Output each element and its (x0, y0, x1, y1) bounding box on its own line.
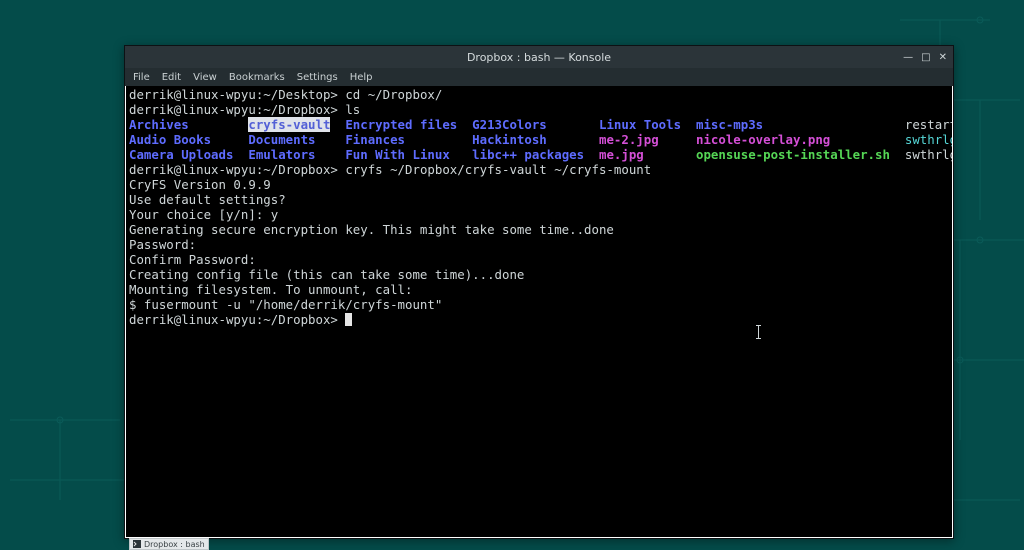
terminal-line: Archives cryfs-vault Encrypted files G21… (129, 117, 949, 132)
menu-edit[interactable]: Edit (162, 72, 181, 83)
terminal-text: swthrlgeb- (905, 147, 953, 162)
ls-entry: Audio Books (129, 132, 248, 147)
text-cursor-icon (758, 325, 759, 339)
minimize-icon[interactable]: — (903, 52, 913, 63)
terminal-line: derrik@linux-wpyu:~/Dropbox> cryfs ~/Dro… (129, 162, 949, 177)
ls-entry: cryfs-vault (248, 117, 330, 132)
terminal-line: Mounting filesystem. To unmount, call: (129, 282, 949, 297)
menu-help[interactable]: Help (350, 72, 373, 83)
terminal-text: Your choice [y/n]: y (129, 207, 278, 222)
menu-settings[interactable]: Settings (297, 72, 338, 83)
taskbar-entry-label: Dropbox : bash (144, 540, 205, 549)
taskbar-entry[interactable]: Dropbox : bash (129, 538, 209, 550)
terminal-text: cd ~/Dropbox/ (345, 87, 442, 102)
terminal-text: Password: (129, 237, 196, 252)
terminal-line: Camera Uploads Emulators Fun With Linux … (129, 147, 949, 162)
ls-entry: me.jpg (599, 147, 696, 162)
ls-entry: Linux Tools (599, 117, 696, 132)
terminal-line: Confirm Password: (129, 252, 949, 267)
terminal-text: Confirm Password: (129, 252, 256, 267)
terminal-line: $ fusermount -u "/home/derrik/cryfs-moun… (129, 297, 949, 312)
window-title: Dropbox : bash — Konsole (467, 51, 611, 64)
ls-entry: opensuse-post-installer.sh (696, 147, 905, 162)
terminal-text: derrik@linux-wpyu:~/Desktop> (129, 87, 345, 102)
ls-entry: Documents (248, 132, 345, 147)
terminal-text: Use default settings? (129, 192, 286, 207)
close-icon[interactable]: ✕ (939, 52, 947, 63)
menubar: File Edit View Bookmarks Settings Help (125, 68, 953, 86)
ls-entry: Encrypted files (345, 117, 472, 132)
terminal-line: Use default settings? (129, 192, 949, 207)
menu-view[interactable]: View (193, 72, 217, 83)
terminal-line: Password: (129, 237, 949, 252)
ls-entry: misc-mp3s (696, 117, 905, 132)
terminal-text: Creating config file (this can take some… (129, 267, 524, 282)
ls-entry: Camera Uploads (129, 147, 248, 162)
ls-entry: Hackintosh (472, 132, 599, 147)
ls-entry: swthrlgeb (905, 132, 953, 147)
block-cursor (345, 313, 352, 326)
terminal-text: cryfs ~/Dropbox/cryfs-vault ~/cryfs-moun… (345, 162, 651, 177)
terminal-line: Audio Books Documents Finances Hackintos… (129, 132, 949, 147)
terminal-viewport[interactable]: derrik@linux-wpyu:~/Desktop> cd ~/Dropbo… (125, 86, 953, 538)
ls-entry: nicole-overlay.png (696, 132, 905, 147)
ls-entry: G213Colors (472, 117, 599, 132)
terminal-text: CryFS Version 0.9.9 (129, 177, 271, 192)
ls-entry: Emulators (248, 147, 345, 162)
terminal-line: Your choice [y/n]: y (129, 207, 949, 222)
terminal-text: derrik@linux-wpyu:~/Dropbox> (129, 102, 345, 117)
ls-entry: libc++ packages (472, 147, 599, 162)
terminal-text: Generating secure encryption key. This m… (129, 222, 614, 237)
window-titlebar[interactable]: Dropbox : bash — Konsole — □ ✕ (125, 46, 953, 68)
terminal-text: derrik@linux-wpyu:~/Dropbox> (129, 312, 345, 327)
terminal-line: derrik@linux-wpyu:~/Dropbox> ls (129, 102, 949, 117)
terminal-line: CryFS Version 0.9.9 (129, 177, 949, 192)
menu-bookmarks[interactable]: Bookmarks (229, 72, 285, 83)
ls-entry: Finances (345, 132, 472, 147)
ls-entry: Fun With Linux (345, 147, 472, 162)
terminal-line: derrik@linux-wpyu:~/Desktop> cd ~/Dropbo… (129, 87, 949, 102)
maximize-icon[interactable]: □ (921, 52, 930, 63)
ls-entry: me-2.jpg (599, 132, 696, 147)
terminal-text: $ fusermount -u "/home/derrik/cryfs-moun… (129, 297, 442, 312)
terminal-text: derrik@linux-wpyu:~/Dropbox> (129, 162, 345, 177)
terminal-line: derrik@linux-wpyu:~/Dropbox> (129, 312, 949, 327)
menu-file[interactable]: File (133, 72, 150, 83)
terminal-line: Creating config file (this can take some… (129, 267, 949, 282)
terminal-line: Generating secure encryption key. This m… (129, 222, 949, 237)
ls-entry: Archives (129, 117, 248, 132)
terminal-text (330, 117, 345, 132)
terminal-text: ls (345, 102, 360, 117)
terminal-text: Mounting filesystem. To unmount, call: (129, 282, 412, 297)
terminal-text: restart-se (905, 117, 953, 132)
terminal-icon (133, 540, 141, 548)
konsole-window: Dropbox : bash — Konsole — □ ✕ File Edit… (124, 45, 954, 539)
